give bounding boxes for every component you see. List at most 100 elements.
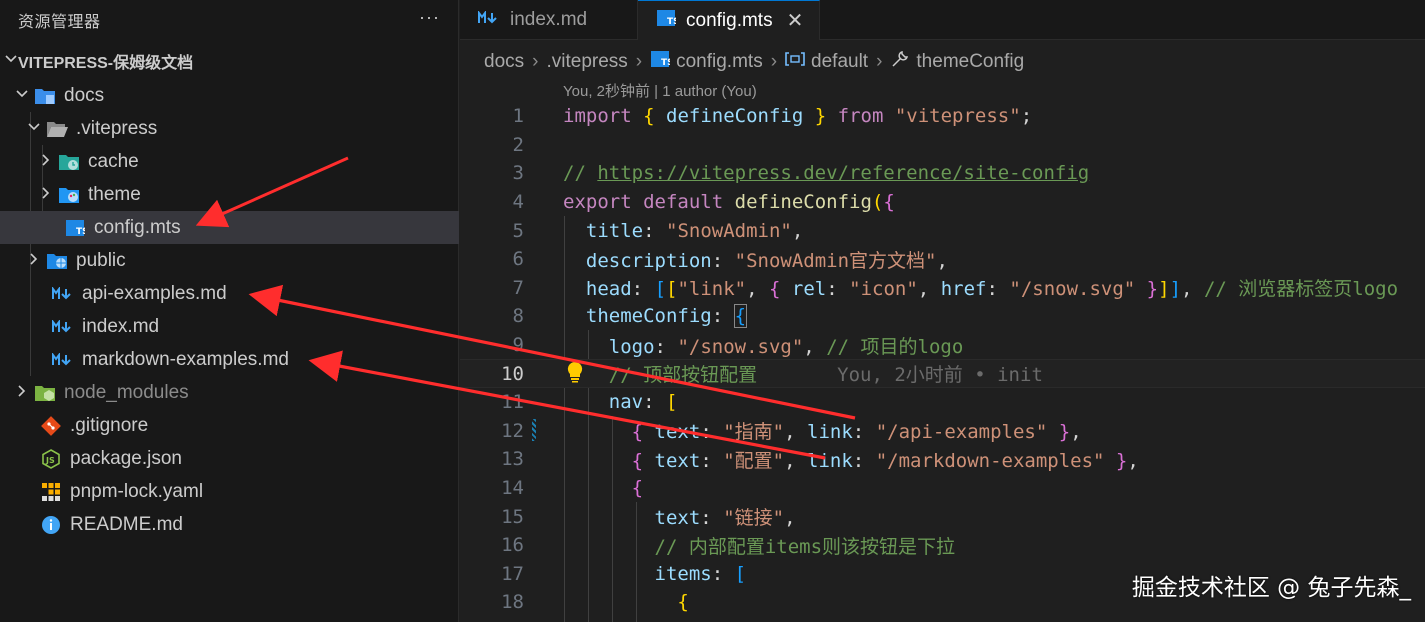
line-number: 9 <box>512 334 524 357</box>
line-number: 13 <box>501 448 524 471</box>
tree-item-label: public <box>76 249 126 271</box>
code-line[interactable]: 2 <box>460 131 1425 160</box>
folder-theme-icon <box>56 184 82 206</box>
chevron-right-icon <box>24 250 44 272</box>
chevron-down-icon <box>12 85 32 107</box>
code-line[interactable]: 8 themeConfig: { <box>460 302 1425 331</box>
watermark: 掘金技术社区 @ 兔子先森_ <box>1131 575 1411 601</box>
tree-item-pnpm-lock[interactable]: pnpm-lock.yaml <box>0 475 459 508</box>
code-line[interactable]: 16 // 内部配置items则该按钮是下拉 <box>460 531 1425 560</box>
tree-item-vitepress[interactable]: .vitepress <box>0 112 459 145</box>
tab-config-mts[interactable]: TS config.mts ✕ <box>638 0 820 40</box>
close-icon[interactable]: ✕ <box>787 8 804 33</box>
tree-item-package-json[interactable]: JS package.json <box>0 442 459 475</box>
symbol-variable-icon <box>785 51 805 73</box>
line-number: 6 <box>512 248 524 271</box>
code-line[interactable]: 9 logo: "/snow.svg", // 项目的logo <box>460 331 1425 360</box>
project-folder-header[interactable]: VITEPRESS-保姆级文档 <box>0 40 458 82</box>
svg-text:TS: TS <box>667 17 676 27</box>
markdown-file-icon <box>50 283 76 305</box>
tree-item-label: node_modules <box>64 381 189 403</box>
code-line[interactable]: 14 { <box>460 474 1425 503</box>
folder-docs-icon <box>32 85 58 107</box>
lightbulb-icon[interactable] <box>566 361 584 388</box>
info-icon <box>38 514 64 536</box>
more-actions-icon[interactable]: ··· <box>419 7 440 28</box>
tree-item-label: index.md <box>82 315 160 337</box>
chevron-right-icon <box>36 184 56 206</box>
code-line[interactable]: 7 head: [["link", { rel: "icon", href: "… <box>460 274 1425 303</box>
folder-cache-icon <box>56 151 82 173</box>
code-line[interactable]: 6 description: "SnowAdmin官方文档", <box>460 245 1425 274</box>
breadcrumb-item[interactable]: default <box>785 51 868 73</box>
tree-item-gitignore[interactable]: .gitignore <box>0 409 459 442</box>
chevron-right-icon: › <box>876 51 883 72</box>
tree-item-label: package.json <box>70 447 182 469</box>
tree-item-label: theme <box>88 183 141 205</box>
line-number: 5 <box>512 219 524 242</box>
breadcrumb-item[interactable]: .vitepress <box>546 51 627 73</box>
svg-text:TS: TS <box>76 227 85 237</box>
breadcrumb-item[interactable]: themeConfig <box>890 49 1024 75</box>
explorer-sidebar: 资源管理器 ··· VITEPRESS-保姆级文档 docs .vitepres… <box>0 0 459 622</box>
breadcrumb-item[interactable]: docs <box>484 51 524 73</box>
line-number: 18 <box>501 591 524 614</box>
pnpm-icon <box>38 481 64 503</box>
tree-item-label: markdown-examples.md <box>82 348 289 370</box>
folder-public-icon <box>44 250 70 272</box>
tree-item-index-md[interactable]: index.md <box>0 310 459 343</box>
tree-item-markdown-examples[interactable]: markdown-examples.md <box>0 343 459 376</box>
markdown-file-icon <box>50 349 76 371</box>
code-line[interactable]: 4 export default defineConfig({ <box>460 188 1425 217</box>
svg-text:TS: TS <box>661 58 670 68</box>
tree-item-readme[interactable]: README.md <box>0 508 459 541</box>
code-line[interactable]: 1 import { defineConfig } from "vitepres… <box>460 102 1425 131</box>
wrench-icon <box>890 49 910 75</box>
typescript-file-icon: TS <box>62 217 88 239</box>
git-change-indicator[interactable] <box>532 419 536 441</box>
line-number: 12 <box>501 419 524 442</box>
chevron-right-icon: › <box>770 51 778 72</box>
tab-index-md[interactable]: index.md <box>460 0 638 40</box>
line-number: 2 <box>512 133 524 156</box>
typescript-file-icon: TS <box>650 50 674 74</box>
breadcrumb: docs › .vitepress › TS config.mts › defa… <box>460 40 1425 84</box>
codelens-blame[interactable]: You, 2秒钟前 | 1 author (You) <box>563 80 757 101</box>
chevron-down-icon <box>24 118 44 140</box>
code-line[interactable]: 5 title: "SnowAdmin", <box>460 216 1425 245</box>
tree-item-label: docs <box>64 84 105 106</box>
svg-text:JS: JS <box>45 456 55 465</box>
project-name: VITEPRESS-保姆级文档 <box>18 55 194 72</box>
code-line[interactable]: 15 text: "链接", <box>460 502 1425 531</box>
tree-item-docs[interactable]: docs <box>0 79 459 112</box>
markdown-file-icon <box>478 9 500 31</box>
line-number: 17 <box>501 562 524 585</box>
line-number: 16 <box>501 534 524 557</box>
tree-item-cache[interactable]: cache <box>0 145 459 178</box>
tree-item-api-examples[interactable]: api-examples.md <box>0 277 459 310</box>
tree-item-label: .gitignore <box>70 414 149 436</box>
breadcrumb-item[interactable]: TS config.mts <box>650 50 763 74</box>
code-line[interactable]: 12 { text: "指南", link: "/api-examples" }… <box>460 417 1425 446</box>
tree-item-public[interactable]: public <box>0 244 459 277</box>
tab-label: index.md <box>510 9 588 30</box>
url-link[interactable]: https://vitepress.dev/reference/site-con… <box>597 162 1089 184</box>
line-number: 1 <box>512 105 524 128</box>
code-line[interactable]: 3 // https://vitepress.dev/reference/sit… <box>460 159 1425 188</box>
tree-item-label: cache <box>88 150 139 172</box>
typescript-file-icon: TS <box>656 9 680 33</box>
editor-area: index.md TS config.mts ✕ docs › .vitepre… <box>460 0 1425 622</box>
chevron-right-icon <box>36 151 56 173</box>
tree-item-label: .vitepress <box>76 117 158 139</box>
code-line[interactable]: 11 nav: [ <box>460 388 1425 417</box>
explorer-header: 资源管理器 ··· <box>0 0 458 40</box>
tree-item-label: api-examples.md <box>82 282 227 304</box>
tree-item-config-mts[interactable]: TS config.mts <box>0 211 459 244</box>
line-number: 10 <box>501 362 524 385</box>
tree-item-node-modules[interactable]: node_modules <box>0 376 459 409</box>
line-number: 15 <box>501 505 524 528</box>
code-line[interactable]: 13 { text: "配置", link: "/markdown-exampl… <box>460 445 1425 474</box>
tree-item-theme[interactable]: theme <box>0 178 459 211</box>
chevron-right-icon: › <box>635 51 643 72</box>
code-line-current[interactable]: 10 // 顶部按钮配置 You, 2小时前 • init <box>460 359 1425 388</box>
